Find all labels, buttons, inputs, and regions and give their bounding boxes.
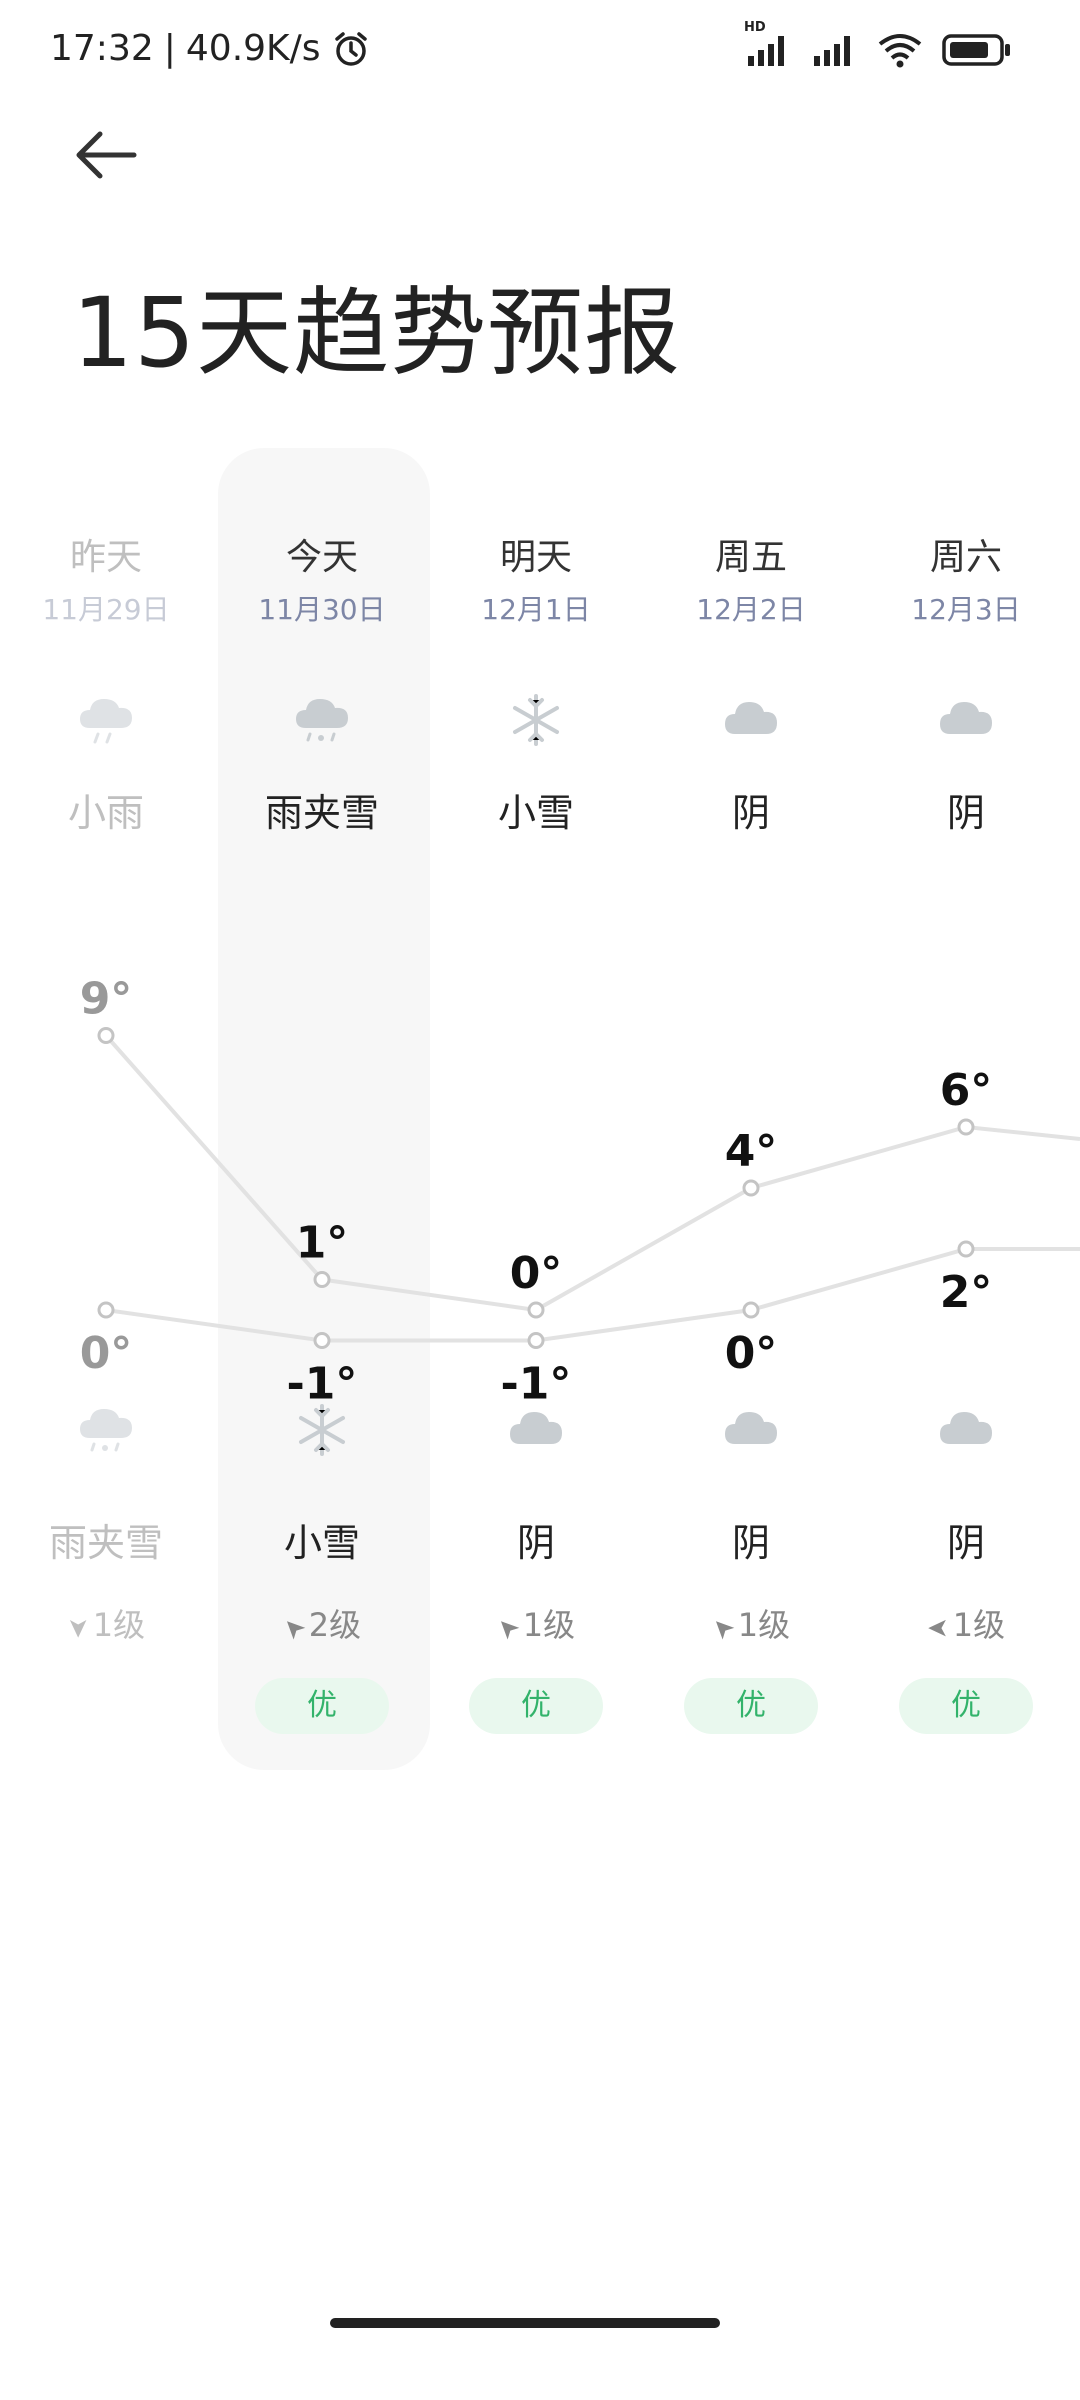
high-point (313, 1271, 331, 1288)
high-point (527, 1301, 545, 1319)
date-label: 12月2日 (696, 593, 806, 626)
arrow-left-icon (76, 131, 137, 179)
high-temp-label: 4° (725, 1126, 778, 1177)
day-label: 周六 (929, 537, 1002, 578)
day-label: 昨天 (69, 537, 142, 578)
day-condition: 阴 (946, 791, 985, 835)
date-label: 11月30日 (258, 593, 386, 626)
snowflake-icon (292, 1400, 352, 1460)
low-point (957, 1240, 975, 1258)
high-temp-label: 1° (296, 1218, 349, 1269)
night-condition: 阴 (946, 1521, 985, 1565)
cloud-icon (506, 1400, 566, 1460)
aqi-badge: 优 (469, 1678, 603, 1734)
snowflake-icon (506, 690, 566, 750)
day-label: 周五 (714, 537, 787, 578)
low-temp-label: 2° (940, 1267, 993, 1318)
high-temp-label: 9° (80, 974, 133, 1025)
wind-level: ➤1级 (62, 1606, 146, 1644)
cloud-icon (936, 1400, 996, 1460)
night-condition: 阴 (516, 1521, 555, 1565)
cloud-icon (936, 690, 996, 750)
day-condition: 阴 (731, 791, 770, 835)
home-indicator[interactable] (330, 2318, 720, 2328)
low-point (742, 1301, 760, 1319)
wifi-icon (878, 34, 922, 68)
high-line (104, 1034, 1080, 1313)
night-condition: 阴 (731, 1521, 770, 1565)
high-point (97, 1027, 115, 1044)
date-label: 12月1日 (481, 593, 591, 626)
aqi-badge: 优 (899, 1678, 1033, 1734)
wind-level: ➤1级 (704, 1606, 791, 1647)
low-point (97, 1301, 115, 1319)
status-time: 17:32 (50, 28, 154, 69)
low-point (527, 1332, 545, 1349)
low-temp-label: 0° (80, 1328, 133, 1379)
low-point (313, 1332, 331, 1349)
date-label: 11月29日 (42, 593, 170, 626)
day-label: 今天 (285, 537, 358, 578)
wind-level: ➤1级 (926, 1606, 1006, 1644)
signal-icon (814, 36, 850, 66)
aqi-badge: 优 (684, 1678, 818, 1734)
signal-hd-icon: HD (744, 20, 792, 70)
night-condition: 小雪 (283, 1521, 360, 1565)
back-button[interactable] (70, 125, 150, 195)
network-speed: 40.9K/s (185, 28, 321, 69)
low-temp-label: -1° (287, 1359, 358, 1401)
wind-level: ➤2级 (275, 1606, 362, 1647)
status-left: 17:32 | 40.9K/s (50, 28, 371, 69)
day-condition: 小雪 (497, 791, 574, 835)
alarm-icon (334, 31, 367, 66)
high-point (957, 1118, 975, 1136)
aqi-badge: 优 (255, 1678, 389, 1734)
battery-icon (942, 34, 1010, 66)
night-condition: 雨夹雪 (48, 1521, 163, 1565)
temperature-chart: 9° 1° 0° 4° 6° 0° -1° -1° 0° 2° (80, 974, 1080, 1401)
day-condition: 小雨 (67, 791, 144, 835)
date-label: 12月3日 (911, 593, 1021, 626)
status-right: HD (744, 20, 1012, 70)
day-label: 明天 (499, 537, 572, 578)
low-temp-label: -1° (501, 1359, 572, 1401)
wind-level: ➤1级 (489, 1606, 576, 1647)
high-temp-label: 0° (510, 1248, 563, 1299)
low-temp-label: 0° (725, 1328, 778, 1379)
hd-label: HD (744, 20, 766, 35)
cloud-icon (721, 690, 781, 750)
sleet-icon (76, 1400, 136, 1460)
day-condition: 雨夹雪 (264, 791, 379, 835)
status-separator: | (163, 28, 176, 69)
high-point (742, 1179, 760, 1197)
status-bar: 17:32 | 40.9K/s HD (0, 0, 1080, 100)
page-title: 15天趋势预报 (72, 277, 682, 389)
rain-icon (76, 690, 136, 750)
low-line (105, 1247, 1080, 1343)
high-temp-label: 6° (940, 1065, 993, 1116)
cloud-icon (721, 1400, 781, 1460)
sleet-icon (292, 690, 352, 750)
